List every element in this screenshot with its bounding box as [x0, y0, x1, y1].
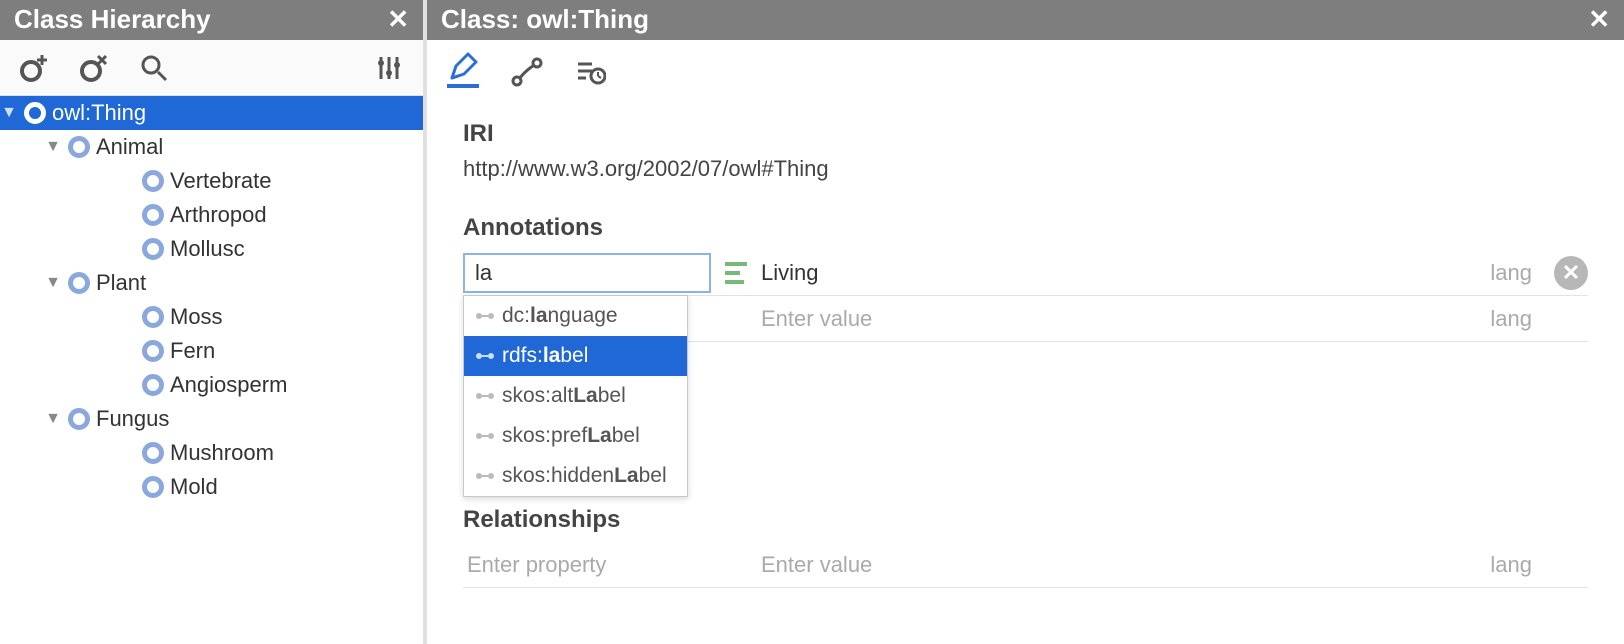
- autocomplete-item[interactable]: dc:language: [464, 296, 687, 336]
- tree-label: Vertebrate: [170, 168, 272, 194]
- class-icon: [142, 238, 164, 260]
- panel-title: Class: owl:Thing: [441, 4, 649, 35]
- autocomplete-item[interactable]: rdfs:label: [464, 336, 687, 376]
- tree-node-fungus[interactable]: ▼ Fungus: [0, 402, 423, 436]
- remove-class-icon[interactable]: [78, 52, 110, 84]
- panel-header: Class Hierarchy ✕: [0, 0, 423, 40]
- property-icon: [476, 391, 494, 401]
- class-icon: [68, 136, 90, 158]
- class-hierarchy-panel: Class Hierarchy ✕ ▼ owl:Thing ▼ Animal: [0, 0, 427, 644]
- annotation-value[interactable]: Living: [761, 260, 1456, 286]
- tree-node-mollusc[interactable]: ▼ Mollusc: [0, 232, 423, 266]
- search-icon[interactable]: [138, 52, 170, 84]
- tree-node-mold[interactable]: ▼ Mold: [0, 470, 423, 504]
- detail-toolbar: [427, 40, 1624, 96]
- autocomplete-item[interactable]: skos:prefLabel: [464, 416, 687, 456]
- iri-label: IRI: [463, 120, 1588, 148]
- relationship-row-empty: Enter property Enter value lang: [463, 542, 1588, 588]
- property-icon: [476, 351, 494, 361]
- autocomplete-item[interactable]: skos:hiddenLabel: [464, 456, 687, 496]
- tree-label: Fern: [170, 338, 215, 364]
- class-tree: ▼ owl:Thing ▼ Animal ▼ Vertebrate ▼ Arth…: [0, 96, 423, 504]
- autocomplete-item[interactable]: skos:altLabel: [464, 376, 687, 416]
- add-class-icon[interactable]: [18, 52, 50, 84]
- tree-node-vertebrate[interactable]: ▼ Vertebrate: [0, 164, 423, 198]
- lang-field[interactable]: lang: [1470, 306, 1540, 332]
- class-icon: [142, 340, 164, 362]
- tree-label: Mollusc: [170, 236, 245, 262]
- tree-node-angiosperm[interactable]: ▼ Angiosperm: [0, 368, 423, 402]
- value-placeholder[interactable]: Enter value: [761, 306, 1456, 332]
- panel-header: Class: owl:Thing ✕: [427, 0, 1624, 40]
- class-icon: [142, 374, 164, 396]
- class-icon: [142, 306, 164, 328]
- class-icon: [142, 204, 164, 226]
- detail-content: IRI http://www.w3.org/2002/07/owl#Thing …: [427, 96, 1624, 612]
- panel-title: Class Hierarchy: [14, 4, 211, 35]
- tree-node-owl-thing[interactable]: ▼ owl:Thing: [0, 96, 423, 130]
- tree-label: Plant: [96, 270, 146, 296]
- property-icon: [476, 471, 494, 481]
- close-icon[interactable]: ✕: [1588, 4, 1610, 35]
- annotation-row: dc:language rdfs:label skos:altLabel: [463, 250, 1588, 296]
- tree-label: Mold: [170, 474, 218, 500]
- tree-node-fern[interactable]: ▼ Fern: [0, 334, 423, 368]
- tree-label: Mushroom: [170, 440, 274, 466]
- class-icon: [24, 102, 46, 124]
- tree-label: Arthropod: [170, 202, 267, 228]
- delete-row-icon[interactable]: ✕: [1554, 256, 1588, 290]
- settings-sliders-icon[interactable]: [373, 52, 405, 84]
- annotations-label: Annotations: [463, 214, 1588, 242]
- tree-label: Angiosperm: [170, 372, 287, 398]
- class-icon: [142, 170, 164, 192]
- autocomplete-dropdown: dc:language rdfs:label skos:altLabel: [463, 295, 688, 497]
- iri-value: http://www.w3.org/2002/07/owl#Thing: [463, 156, 1588, 182]
- tree-label: Fungus: [96, 406, 169, 432]
- class-icon: [142, 476, 164, 498]
- class-icon: [68, 272, 90, 294]
- tree-node-arthropod[interactable]: ▼ Arthropod: [0, 198, 423, 232]
- edit-tab-icon[interactable]: [447, 56, 479, 88]
- tree-node-animal[interactable]: ▼ Animal: [0, 130, 423, 164]
- value-placeholder[interactable]: Enter value: [761, 552, 1456, 578]
- class-icon: [68, 408, 90, 430]
- tree-label: owl:Thing: [52, 100, 146, 126]
- tree-node-plant[interactable]: ▼ Plant: [0, 266, 423, 300]
- relationships-label: Relationships: [463, 506, 1588, 534]
- hierarchy-toolbar: [0, 40, 423, 96]
- tree-node-mushroom[interactable]: ▼ Mushroom: [0, 436, 423, 470]
- property-icon: [476, 311, 494, 321]
- property-input[interactable]: [463, 253, 711, 293]
- close-icon[interactable]: ✕: [387, 4, 409, 35]
- lang-field[interactable]: lang: [1470, 260, 1540, 286]
- property-placeholder[interactable]: Enter property: [463, 552, 711, 578]
- graph-tab-icon[interactable]: [511, 56, 543, 88]
- property-icon: [476, 431, 494, 441]
- tree-label: Moss: [170, 304, 223, 330]
- datatype-string-icon: [725, 262, 747, 284]
- history-tab-icon[interactable]: [575, 56, 607, 88]
- class-icon: [142, 442, 164, 464]
- class-detail-panel: Class: owl:Thing ✕ IRI http://www.w3.org…: [427, 0, 1624, 644]
- lang-field[interactable]: lang: [1470, 552, 1540, 578]
- tree-label: Animal: [96, 134, 163, 160]
- tree-node-moss[interactable]: ▼ Moss: [0, 300, 423, 334]
